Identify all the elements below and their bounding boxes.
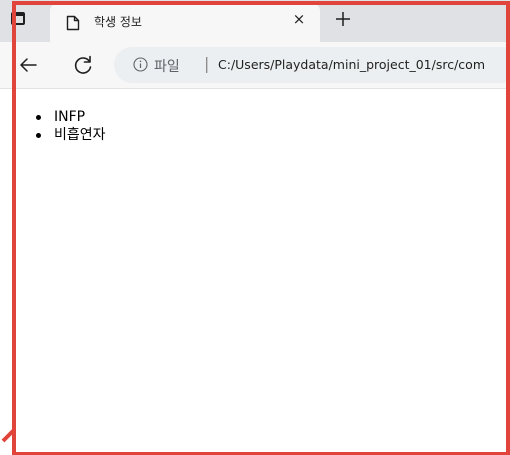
- screen: 학생 정보 × 파일 | C:/Users/Playdata/mini_proj…: [0, 0, 510, 455]
- page-icon: [66, 15, 80, 31]
- list-item-text: 비흡연자: [54, 127, 106, 143]
- bullet-icon: [36, 133, 41, 138]
- back-button[interactable]: [18, 55, 38, 75]
- page-content: INFP 비흡연자: [0, 89, 510, 455]
- close-tab-button[interactable]: ×: [292, 12, 306, 27]
- url-text[interactable]: C:/Users/Playdata/mini_project_01/src/co…: [218, 57, 485, 72]
- list-item: INFP: [36, 108, 106, 126]
- list-item: 비흡연자: [36, 126, 106, 144]
- tab-title: 학생 정보: [94, 15, 142, 29]
- list-item-text: INFP: [54, 109, 86, 125]
- bullet-icon: [36, 115, 41, 120]
- address-bar[interactable]: 파일 | C:/Users/Playdata/mini_project_01/s…: [114, 47, 510, 83]
- info-icon[interactable]: [133, 57, 148, 72]
- reload-button[interactable]: [72, 54, 94, 76]
- address-separator: |: [204, 54, 210, 73]
- tab-strip: 학생 정보 ×: [0, 0, 510, 42]
- new-tab-button[interactable]: [334, 10, 352, 28]
- browser-toolbar: 파일 | C:/Users/Playdata/mini_project_01/s…: [0, 42, 510, 89]
- tab-actions-icon[interactable]: [11, 12, 25, 25]
- site-info-label[interactable]: 파일: [154, 56, 180, 76]
- tab-student-info[interactable]: 학생 정보 ×: [50, 3, 320, 42]
- info-list: INFP 비흡연자: [36, 108, 106, 144]
